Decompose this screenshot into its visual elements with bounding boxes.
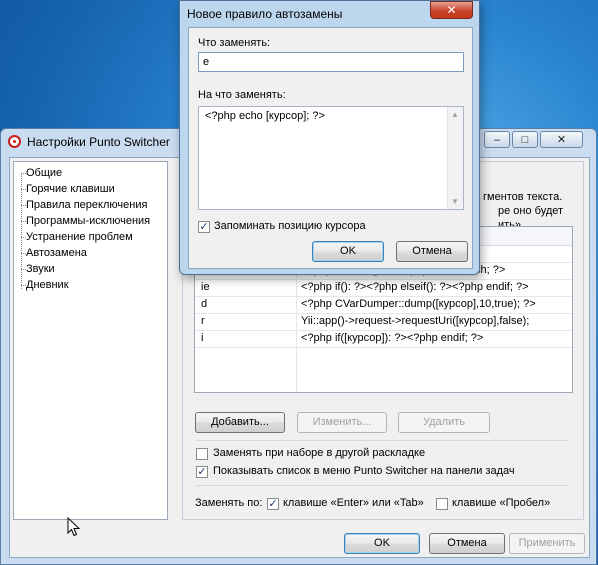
tree-item-autoreplace[interactable]: Автозамена <box>21 245 87 261</box>
tree-item-diary[interactable]: Дневник <box>21 277 69 293</box>
tree-item-label: Общие <box>26 167 63 179</box>
dialog-ok-button[interactable]: OK <box>312 241 384 262</box>
replace-label: На что заменять: <box>198 89 286 101</box>
show-list-menu-checkbox[interactable]: ✓ <box>196 466 208 478</box>
rule-key: r <box>201 315 205 327</box>
show-list-menu-label: Показывать список в меню Punto Switcher … <box>213 465 515 477</box>
dialog-client-area: Что заменять: На что заменять: <?php ech… <box>188 27 473 269</box>
rule-value: <?php if([курсор]): ?><?php endif; ?> <box>301 332 484 344</box>
settings-window-title: Настройки Punto Switcher <box>27 135 170 149</box>
description-text-line-1: гментов текста. <box>483 191 563 203</box>
tree-item-hotkeys[interactable]: Горячие клавиши <box>21 181 115 197</box>
scroll-up-arrow-icon[interactable]: ▲ <box>451 110 459 119</box>
replace-on-space-label: клавише «Пробел» <box>452 497 551 509</box>
cancel-button[interactable]: Отмена <box>429 533 505 554</box>
separator <box>195 440 569 441</box>
tree-item-label: Дневник <box>26 279 69 291</box>
edit-rule-button[interactable]: Изменить... <box>297 412 387 433</box>
close-button[interactable]: ✕ <box>540 131 583 148</box>
table-row[interactable]: r Yii::app()->request->requestUri([курсо… <box>195 313 572 331</box>
ok-button[interactable]: OK <box>344 533 420 554</box>
separator <box>195 485 569 486</box>
replace-text: <?php echo [курсор]; ?> <box>205 110 325 122</box>
replace-other-layout-checkbox[interactable] <box>196 448 208 460</box>
maximize-button[interactable]: □ <box>512 131 538 148</box>
settings-nav-tree[interactable]: Общие Горячие клавиши Правила переключен… <box>13 161 168 537</box>
tree-item-label: Автозамена <box>26 247 87 259</box>
mouse-cursor-icon <box>67 517 81 537</box>
new-autoreplace-rule-dialog: Новое правило автозамены ✕ Что заменять:… <box>179 0 480 275</box>
tree-item-label: Звуки <box>26 263 55 275</box>
add-rule-button[interactable]: Добавить... <box>195 412 285 433</box>
replace-textarea[interactable]: <?php echo [курсор]; ?> ▲ ▼ <box>198 106 464 210</box>
tree-item-troubleshooting[interactable]: Устранение проблем <box>21 229 133 245</box>
tree-connector-line <box>21 173 22 289</box>
rule-key: ie <box>201 281 210 293</box>
tree-item-switch-rules[interactable]: Правила переключения <box>20 197 148 213</box>
tree-item-label: Программы-исключения <box>26 215 151 227</box>
table-row[interactable]: i <?php if([курсор]): ?><?php endif; ?> <box>195 330 572 348</box>
rule-key: d <box>201 298 208 310</box>
tree-item-sounds[interactable]: Звуки <box>21 261 55 277</box>
table-row-empty[interactable] <box>195 347 572 364</box>
replace-on-enter-tab-checkbox[interactable]: ✓ <box>267 498 279 510</box>
apply-button[interactable]: Применить <box>509 533 585 554</box>
tree-item-label: Правила переключения <box>26 199 148 211</box>
find-label: Что заменять: <box>198 37 271 49</box>
minimize-button[interactable]: – <box>484 131 510 148</box>
replace-other-layout-label: Заменять при наборе в другой раскладке <box>213 447 426 459</box>
remember-cursor-checkbox[interactable]: ✓ <box>198 221 210 233</box>
replace-on-enter-tab-label: клавише «Enter» или «Tab» <box>283 497 424 509</box>
description-text-line-2: ре оно будет <box>498 205 564 217</box>
scroll-down-arrow-icon[interactable]: ▼ <box>451 197 459 206</box>
rule-value: <?php if(): ?><?php elseif(): ?><?php en… <box>301 281 529 293</box>
punto-switcher-icon <box>8 135 21 148</box>
dialog-close-button[interactable]: ✕ <box>430 1 473 19</box>
find-input[interactable] <box>198 52 464 72</box>
table-row[interactable]: d <?php CVarDumper::dump([курсор],10,tru… <box>195 296 572 314</box>
rule-value: Yii::app()->request->requestUri([курсор]… <box>301 315 530 327</box>
replace-on-label: Заменять по: <box>195 497 263 509</box>
tree-item-exclusions[interactable]: Программы-исключения <box>20 213 151 229</box>
replace-on-space-checkbox[interactable] <box>436 498 448 510</box>
vertical-scrollbar[interactable]: ▲ ▼ <box>447 107 463 209</box>
remember-cursor-label: Запоминать позицию курсора <box>214 220 366 232</box>
rule-key: i <box>201 332 204 344</box>
tree-item-label: Горячие клавиши <box>26 183 115 195</box>
table-row[interactable]: ie <?php if(): ?><?php elseif(): ?><?php… <box>195 279 572 297</box>
tree-item-general[interactable]: Общие <box>20 165 63 181</box>
dialog-cancel-button[interactable]: Отмена <box>396 241 468 262</box>
dialog-title: Новое правило автозамены <box>187 7 343 21</box>
delete-rule-button[interactable]: Удалить <box>398 412 490 433</box>
tree-item-label: Устранение проблем <box>26 231 133 243</box>
rule-value: <?php CVarDumper::dump([курсор],10,true)… <box>301 298 536 310</box>
